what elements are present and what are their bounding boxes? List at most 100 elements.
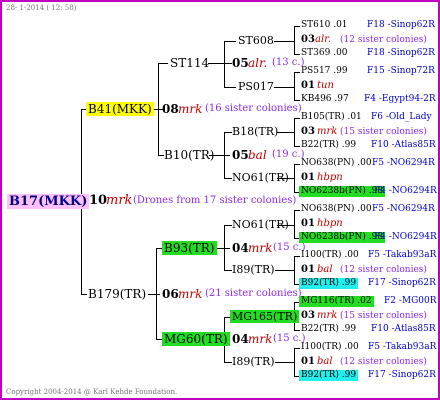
ancestor-id[interactable]: B22(TR) .99 [301,141,356,150]
queen-label[interactable]: MG60(TR) [162,332,230,346]
gen-mrk: alr. [315,34,332,45]
ancestor-id[interactable]: NO638(PN) .00 [301,205,372,214]
ancestor-code: F17 -Sinop62R [368,370,436,380]
queen-label[interactable]: NO61(TR) [232,172,289,183]
ancestor-id[interactable]: B105(TR) .01 [301,113,362,122]
ancestor-id[interactable]: I100(TR) .00 [301,343,359,352]
gen-mrk: hbpn [317,218,343,229]
ancestor-id[interactable]: MG116(TR) .02 [299,296,374,307]
gen-num: 01 [301,218,315,229]
ancestor-id[interactable]: KB496 .97 [301,95,349,104]
queen-label[interactable]: ST608 [238,35,274,46]
gen-mrk: mrk [248,241,273,255]
queen-label[interactable]: B179(TR) [88,288,146,300]
ancestor-id[interactable]: NO638(PN) .00 [301,159,372,168]
connector [224,225,232,226]
queen-label[interactable]: I89(TR) [232,356,275,367]
queen-label[interactable]: B41(MKK) [86,102,154,116]
queen-label[interactable]: B18(TR) [232,126,278,137]
ancestor-id[interactable]: PS517 .99 [301,67,348,76]
gen-mrk: bal [317,356,333,367]
root-queen-label[interactable]: B17(MKK) [7,194,90,209]
connector [224,362,232,363]
gen-mrk: mrk [317,126,338,137]
connector [158,63,159,156]
copyright-footer: Copyright 2004-2014 @ Karl Kehde Foundat… [6,388,178,396]
ancestor-code: F6 -Old_Lady [371,112,432,122]
ancestor-id[interactable]: ST610 .01 [301,21,348,30]
sister-desc: (19 c.) [272,149,305,160]
date-line: 28- 1-2014 ( 12: 58) [6,4,77,12]
sister-desc: (15 sister colonies) [340,127,427,137]
gen-mrk: mrk [178,102,203,116]
root-gen-mrk: mrk [106,193,133,208]
ancestor-code: F2 -MG00R [384,296,437,306]
connector [224,270,232,271]
ancestor-id[interactable]: ST369 .00 [301,49,348,58]
ancestor-id[interactable]: B92(TR) .99 [299,370,359,381]
gen-mrk: mrk [317,310,338,321]
connector [224,41,225,87]
ancestor-code: F5 -Takab93aR [368,250,437,260]
pedigree-frame: 28- 1-2014 ( 12: 58) B17(MKK) 10 mrk (Dr… [0,0,440,400]
sister-desc: (12 sister colonies) [340,265,427,275]
connector [224,41,236,42]
queen-label[interactable]: B10(TR) [164,149,215,161]
ancestor-id[interactable]: I100(TR) .00 [301,251,359,260]
gen-num: 01 [301,264,315,275]
gen-num: 05 [232,148,249,162]
connector [208,63,232,64]
gen-num: 04 [232,241,249,255]
queen-label[interactable]: PS017 [238,81,274,92]
queen-label[interactable]: MG165(TR) [230,310,300,323]
ancestor-code: F10 -Atlas85R [371,324,436,334]
gen-num: 03 [301,126,315,137]
sister-desc: (12 sister colonies) [340,35,427,45]
ancestor-id[interactable]: NO6238b(PN) .98 [299,186,386,197]
queen-label[interactable]: B93(TR) [162,241,217,255]
connector [224,132,232,133]
gen-num: 03 [301,34,315,45]
queen-label[interactable]: I89(TR) [232,264,275,275]
connector [81,294,87,295]
queen-label[interactable]: NO61(TR) [232,219,289,230]
gen-mrk: bal [317,264,333,275]
ancestor-id[interactable]: NO6238b(PN) .98 [299,232,386,243]
queen-label[interactable]: ST114 [170,57,209,69]
sister-desc: (15 sister colonies) [340,311,427,321]
connector [148,294,160,295]
connector [224,225,225,271]
ancestor-code: F15 -Sinop72R [367,66,435,76]
gen-num: 08 [162,102,179,116]
root-gen-num: 10 [89,193,108,208]
gen-mrk: mrk [178,287,203,301]
ancestor-id[interactable]: B22(TR) .99 [301,325,356,334]
gen-mrk: mrk [248,332,273,346]
ancestor-id[interactable]: B92(TR) .99 [299,278,359,289]
gen-num: 01 [301,172,315,183]
gen-num: 01 [301,356,315,367]
ancestor-code: F5 -NO6294R [372,158,435,168]
sister-desc: (16 sister colonies) [205,103,302,114]
connector [158,63,168,64]
gen-mrk: tun [317,80,334,91]
connector [224,178,232,179]
gen-mrk: hbpn [317,172,343,183]
gen-mrk: bal [248,148,267,162]
sister-desc: (13 c.) [272,57,305,68]
ancestor-code: F4 -Egypt94-2R [364,94,436,104]
ancestor-code: F18 -Sinop62R [367,48,435,58]
ancestor-code: F5 -Takab93aR [368,342,437,352]
connector [224,87,236,88]
gen-num: 05 [232,56,249,70]
ancestor-code: F5 -NO6294R [372,204,435,214]
ancestor-code: F17 -Sinop62R [368,278,436,288]
gen-mrk: alr. [248,56,268,70]
gen-num: 01 [301,80,315,91]
root-desc: (Drones from 17 sister colonies) [133,195,297,206]
connector [156,248,157,340]
ancestor-code: F18 -Sinop62R [367,20,435,30]
ancestor-code: F4 -NO6294R [374,186,437,196]
gen-num: 04 [232,332,249,346]
gen-num: 06 [162,287,179,301]
